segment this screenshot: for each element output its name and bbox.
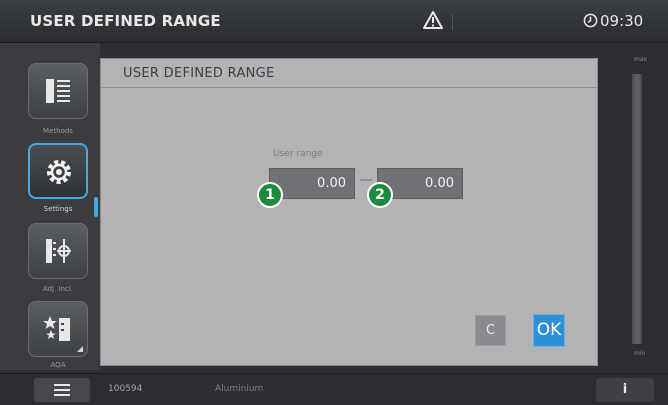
sidebar-item-aqa[interactable] xyxy=(28,301,88,357)
callout-marker-2: 2 xyxy=(367,182,393,208)
sidebar-item-label: AQA xyxy=(50,361,66,369)
sidebar: Methods Settings Adj. Incl. AQA xyxy=(0,43,100,370)
clock-icon xyxy=(583,13,598,28)
methods-list-icon xyxy=(46,79,70,103)
range-label: User range xyxy=(273,149,323,159)
menu-button[interactable] xyxy=(34,378,90,402)
sidebar-item-label: Adj. Incl. xyxy=(42,285,74,293)
gear-icon xyxy=(47,160,71,184)
clear-button[interactable]: C xyxy=(475,315,506,346)
screen-title: USER DEFINED RANGE xyxy=(30,12,221,30)
sidebar-item-adjust[interactable] xyxy=(28,223,88,279)
bottom-bar: 100594 Aluminium i xyxy=(0,373,668,405)
menu-icon xyxy=(54,384,70,396)
ok-button[interactable]: OK xyxy=(533,314,565,347)
corner-indicator xyxy=(77,346,83,352)
dialog-title: USER DEFINED RANGE xyxy=(123,66,275,81)
sidebar-item-label: Settings xyxy=(43,205,73,213)
active-item-indicator xyxy=(94,197,98,217)
title-divider xyxy=(101,87,597,88)
user-range-dialog: USER DEFINED RANGE User range 0.00 0.00 … xyxy=(100,58,598,366)
adjust-icon xyxy=(46,239,71,263)
sidebar-item-label: Methods xyxy=(43,127,73,135)
sidebar-item-settings[interactable] xyxy=(28,143,88,199)
method-number: 100594 xyxy=(108,384,143,394)
stars-icon xyxy=(43,316,70,341)
warning-icon[interactable] xyxy=(423,10,443,30)
gauge-bar xyxy=(632,74,642,344)
callout-marker-1: 1 xyxy=(257,182,283,208)
sidebar-item-methods[interactable] xyxy=(28,63,88,119)
clock-time: 09:30 xyxy=(600,12,644,30)
instrument-screen: USER DEFINED RANGE 09:30 Methods Setting… xyxy=(0,0,668,405)
range-dash xyxy=(360,179,372,181)
gauge-max-label: max xyxy=(634,56,648,63)
top-bar-divider xyxy=(452,14,453,30)
range-gauge: max min xyxy=(612,52,658,368)
method-name: Aluminium xyxy=(215,384,264,394)
info-button[interactable]: i xyxy=(596,378,654,402)
top-bar: USER DEFINED RANGE 09:30 xyxy=(0,0,668,43)
gauge-min-label: min xyxy=(634,350,646,357)
